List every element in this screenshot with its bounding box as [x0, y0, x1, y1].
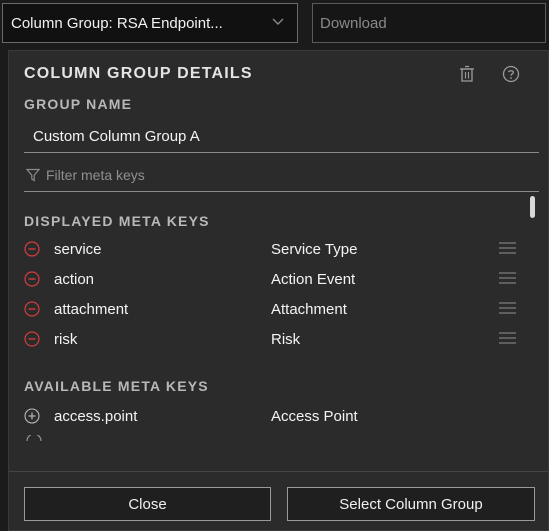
meta-key-display-name: Attachment	[271, 300, 347, 318]
filter-meta-keys-input[interactable]: Filter meta keys	[24, 159, 539, 192]
filter-icon	[26, 168, 40, 182]
available-key-row: access.point Access Point	[24, 404, 509, 428]
meta-key-name: attachment	[54, 300, 129, 318]
displayed-key-row: service Service Type	[24, 237, 516, 261]
group-name-input[interactable]: Custom Column Group A	[24, 121, 539, 153]
meta-key-name: access.point	[54, 407, 138, 425]
download-field[interactable]: Download	[312, 3, 546, 43]
close-button[interactable]: Close	[24, 487, 271, 521]
available-meta-keys-label: AVAILABLE META KEYS	[24, 378, 209, 394]
remove-circle-icon[interactable]	[24, 241, 40, 257]
remove-circle-icon[interactable]	[24, 331, 40, 347]
meta-key-name: action	[54, 270, 95, 288]
meta-key-name: service	[54, 240, 102, 258]
column-group-details-panel: COLUMN GROUP DETAILS GROUP NAME Custom C…	[8, 50, 549, 531]
scrollbar[interactable]	[530, 196, 535, 218]
partially-visible-add-circle-icon	[26, 435, 42, 441]
drag-handle-icon[interactable]	[499, 241, 516, 255]
displayed-key-row: attachment Attachment	[24, 297, 516, 321]
add-circle-icon[interactable]	[24, 408, 40, 424]
select-column-group-button[interactable]: Select Column Group	[287, 487, 535, 521]
trash-icon[interactable]	[459, 65, 475, 83]
displayed-key-row: action Action Event	[24, 267, 516, 291]
drag-handle-icon[interactable]	[499, 301, 516, 315]
remove-circle-icon[interactable]	[24, 301, 40, 317]
drag-handle-icon[interactable]	[499, 271, 516, 285]
meta-key-name: risk	[54, 330, 78, 348]
meta-key-display-name: Service Type	[271, 240, 358, 258]
panel-title: COLUMN GROUP DETAILS	[24, 65, 253, 82]
remove-circle-icon[interactable]	[24, 271, 40, 287]
drag-handle-icon[interactable]	[499, 331, 516, 345]
filter-placeholder: Filter meta keys	[46, 167, 145, 183]
column-group-select[interactable]: Column Group: RSA Endpoint...	[2, 3, 298, 43]
meta-key-display-name: Action Event	[271, 270, 356, 288]
footer-divider	[9, 471, 548, 472]
displayed-key-row: risk Risk	[24, 327, 516, 351]
column-group-value: Column Group: RSA Endpoint...	[11, 14, 223, 32]
meta-key-display-name: Access Point	[271, 407, 358, 425]
group-name-label: GROUP NAME	[24, 96, 133, 112]
meta-key-display-name: Risk	[271, 330, 301, 348]
help-icon[interactable]	[502, 65, 520, 83]
toolbar: Column Group: RSA Endpoint... Download	[0, 0, 549, 50]
displayed-meta-keys-label: DISPLAYED META KEYS	[24, 213, 210, 229]
chevron-down-icon	[272, 18, 284, 25]
